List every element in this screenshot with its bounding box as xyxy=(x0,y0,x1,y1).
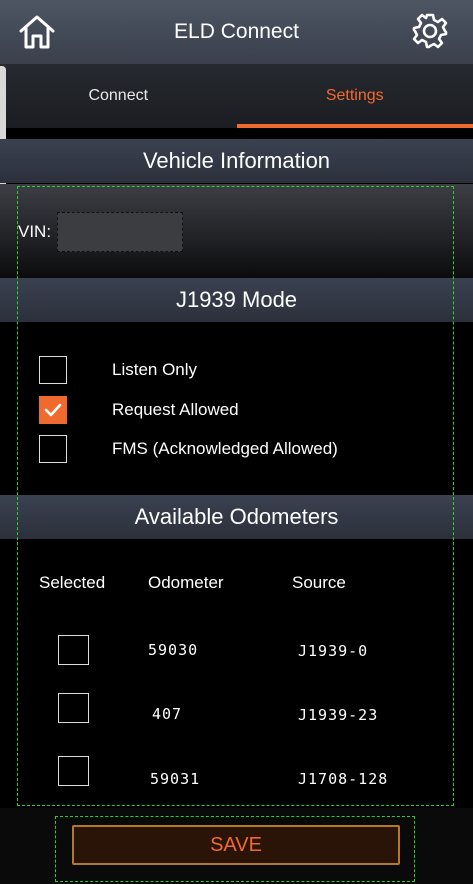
page-title: ELD Connect xyxy=(174,20,299,43)
fms-checkbox[interactable] xyxy=(39,435,67,463)
checkmark-icon xyxy=(44,403,62,417)
tab-connect[interactable]: Connect xyxy=(0,64,237,128)
eld-settings-screen: ELD Connect Connect Settings Vehicle Inf… xyxy=(0,0,473,884)
available-odometers-header: Available Odometers xyxy=(0,495,473,539)
odometer-row-checkbox[interactable] xyxy=(58,693,89,723)
mode-option-label: FMS (Acknowledged Allowed) xyxy=(112,439,338,458)
save-button[interactable]: SAVE xyxy=(72,825,400,865)
column-header-odometer: Odometer xyxy=(148,573,224,592)
odometer-value: 59030 xyxy=(148,641,199,659)
column-header-source: Source xyxy=(292,573,346,592)
mode-option-label: Listen Only xyxy=(112,360,198,379)
j1939-mode-header: J1939 Mode xyxy=(0,278,473,322)
odometer-value: 59031 xyxy=(150,770,201,788)
listen-only-checkbox[interactable] xyxy=(39,356,67,384)
mode-option-request-allowed[interactable]: Request Allowed xyxy=(39,395,239,425)
odometer-row-checkbox[interactable] xyxy=(58,756,89,786)
request-allowed-checkbox[interactable] xyxy=(39,396,67,424)
tab-bar: Connect Settings xyxy=(0,64,473,128)
odometer-source: J1939-0 xyxy=(298,642,369,660)
mode-option-fms[interactable]: FMS (Acknowledged Allowed) xyxy=(39,434,338,464)
odometer-row-checkbox[interactable] xyxy=(58,635,89,665)
home-icon xyxy=(19,15,55,49)
odometer-source: J1708-128 xyxy=(298,770,389,788)
column-header-selected: Selected xyxy=(39,573,106,592)
vin-label: VIN: xyxy=(18,222,52,241)
vin-input[interactable] xyxy=(57,212,183,252)
app-header: ELD Connect xyxy=(0,0,473,64)
gear-icon xyxy=(412,13,448,49)
mode-option-label: Request Allowed xyxy=(112,400,239,419)
tab-settings[interactable]: Settings xyxy=(236,64,473,128)
odometer-source: J1939-23 xyxy=(298,706,379,724)
settings-button[interactable] xyxy=(409,10,451,52)
odometer-value: 407 xyxy=(152,705,183,723)
home-button[interactable] xyxy=(16,12,58,52)
vehicle-information-header: Vehicle Information xyxy=(0,139,473,183)
mode-option-listen-only[interactable]: Listen Only xyxy=(39,355,197,385)
